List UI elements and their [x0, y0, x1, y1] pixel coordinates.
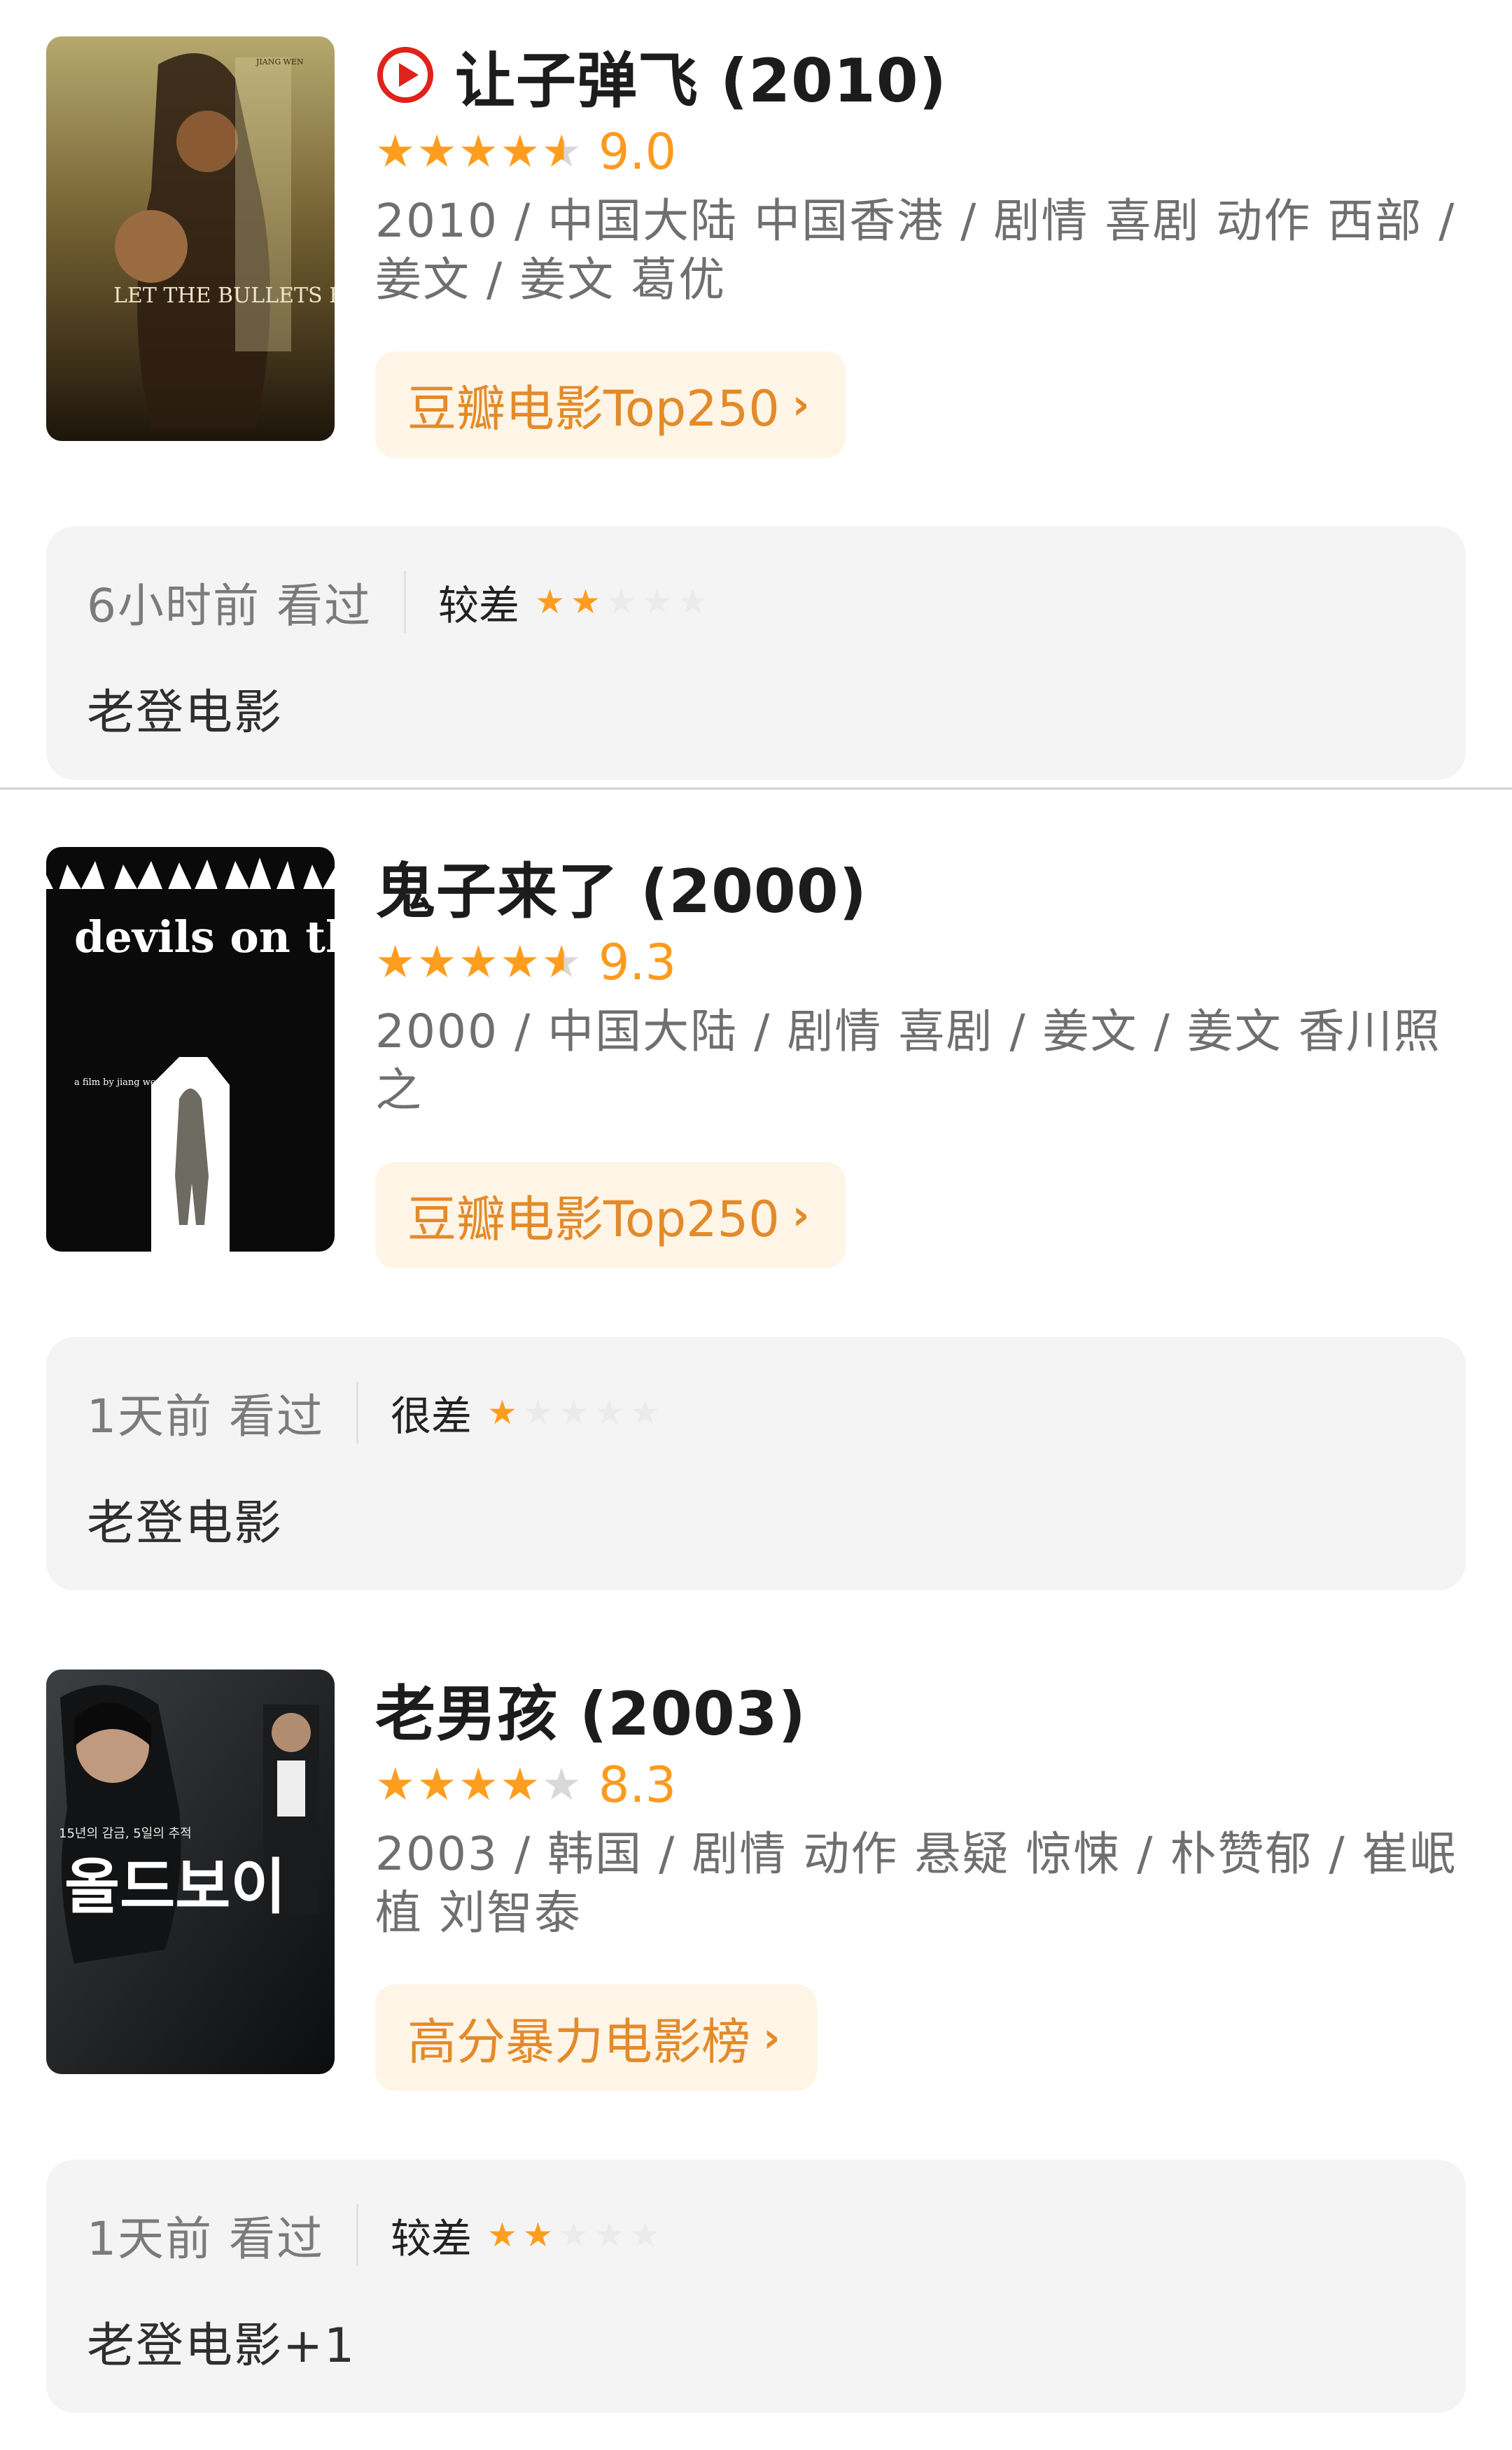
- ranking-chip[interactable]: 豆瓣电影Top250 ›: [375, 351, 846, 458]
- star-icon: ★: [487, 1393, 518, 1432]
- my-comment: 老登电影: [87, 685, 284, 741]
- star-icon: ★: [523, 2216, 554, 2255]
- douban-rating-stars: ★ ★ ★ ★ ★: [375, 940, 583, 985]
- poster-caption: LET THE BULLETS FLY: [113, 284, 335, 308]
- star-icon: ★: [375, 937, 416, 988]
- star-icon: ★: [594, 1393, 625, 1432]
- movie-info: 鬼子来了 (2000) ★ ★ ★ ★ ★ 9.3 2000 / 中国大陆 / 剧情 喜…: [375, 847, 1467, 1268]
- divider: [356, 1382, 358, 1443]
- douban-score: 9.3: [598, 934, 677, 991]
- ranking-chip[interactable]: 豆瓣电影Top250 ›: [375, 1162, 846, 1268]
- poster-credit: 15년의 감금, 5일의 추적: [59, 1826, 192, 1841]
- movie-info: 老男孩 (2003) ★ ★ ★ ★ ★ 8.3 2003 / 韩国 / 剧情 动作 悬…: [375, 1670, 1467, 2091]
- poster-caption: 올드보이: [64, 1852, 286, 1922]
- star-icon: ★: [570, 582, 601, 622]
- star-icon: ★: [642, 582, 673, 622]
- star-icon: ★: [375, 126, 416, 178]
- watched-time: 6小时前 看过: [87, 579, 372, 633]
- star-icon: ★: [559, 1393, 589, 1432]
- my-rating-stars: ★ ★ ★ ★ ★: [487, 1393, 666, 1432]
- divider: [356, 2204, 358, 2266]
- star-icon: ★: [678, 582, 708, 622]
- star-icon: ★: [500, 1759, 540, 1811]
- poster-caption: devils on the door step: [74, 911, 335, 962]
- movie-meta: 2000 / 中国大陆 / 剧情 喜剧 / 姜文 / 姜文 香川照之: [375, 1004, 1441, 1117]
- movie-poster[interactable]: LET THE BULLETS FLY JIANG WEN: [46, 36, 335, 441]
- star-icon: ★: [458, 126, 499, 178]
- star-icon: ★: [535, 582, 566, 622]
- douban-score: 8.3: [598, 1756, 677, 1814]
- poster-credit: JIANG WEN: [255, 57, 304, 66]
- star-icon: ★: [458, 1759, 499, 1811]
- star-icon: ★: [500, 937, 540, 988]
- ranking-chip-label: 豆瓣电影Top250: [407, 1190, 780, 1248]
- movie-meta: 2003 / 韩国 / 剧情 动作 悬疑 惊悚 / 朴赞郁 / 崔岷植 刘智泰: [375, 1827, 1457, 1940]
- movie-title[interactable]: 老男孩 (2003): [375, 1665, 806, 1752]
- ranking-chip-label: 豆瓣电影Top250: [407, 379, 780, 438]
- star-icon: ★: [416, 937, 457, 988]
- star-icon: ★: [541, 1759, 582, 1811]
- movie-title[interactable]: 让子弹飞 (2010): [455, 31, 947, 119]
- my-record-card[interactable]: 1天前 看过 很差 ★ ★ ★ ★ ★ 老登电影: [46, 1337, 1466, 1590]
- movie-poster[interactable]: 올드보이 15년의 감금, 5일의 추적: [46, 1670, 335, 2074]
- my-rating-stars: ★ ★ ★ ★ ★: [535, 582, 713, 622]
- ranking-chip-label: 高分暴力电影榜: [407, 2012, 750, 2071]
- play-circle-icon[interactable]: [375, 45, 435, 105]
- star-half-icon: ★: [541, 126, 582, 178]
- douban-rating-stars: ★ ★ ★ ★ ★: [375, 1763, 583, 1807]
- star-icon: ★: [500, 126, 540, 178]
- my-comment: 老登电影+1: [87, 2318, 356, 2374]
- star-icon: ★: [559, 2216, 589, 2255]
- star-icon: ★: [594, 2216, 625, 2255]
- chevron-right-icon: ›: [792, 1191, 810, 1240]
- star-icon: ★: [458, 937, 499, 988]
- watched-time: 1天前 看过: [87, 1390, 324, 1443]
- movie-poster[interactable]: devils on the door step a film by jiang …: [46, 847, 335, 1252]
- star-icon: ★: [606, 582, 637, 622]
- movie-title[interactable]: 鬼子来了 (2000): [375, 842, 867, 930]
- my-rating-stars: ★ ★ ★ ★ ★: [487, 2216, 666, 2255]
- star-icon: ★: [375, 1759, 416, 1811]
- movie-meta: 2010 / 中国大陆 中国香港 / 剧情 喜剧 动作 西部 / 姜文 / 姜文…: [375, 194, 1456, 307]
- star-icon: ★: [630, 2216, 661, 2255]
- star-icon: ★: [416, 1759, 457, 1811]
- my-rating-label: 较差: [390, 2215, 472, 2262]
- my-rating-label: 很差: [390, 1392, 472, 1440]
- star-icon: ★: [523, 1393, 554, 1432]
- movie-info: 让子弹飞 (2010) ★ ★ ★ ★ ★ 9.0 2010 / 中国大陆 中国香港 /…: [375, 36, 1467, 458]
- star-icon: ★: [416, 126, 457, 178]
- star-icon: ★: [630, 1393, 661, 1432]
- watched-time: 1天前 看过: [87, 2212, 324, 2266]
- star-icon: ★: [487, 2216, 518, 2255]
- section-divider: [0, 788, 1512, 790]
- ranking-chip[interactable]: 高分暴力电影榜 ›: [375, 1984, 817, 2091]
- poster-credit: a film by jiang wen: [74, 1077, 162, 1088]
- chevron-right-icon: ›: [792, 380, 810, 429]
- douban-rating-stars: ★ ★ ★ ★ ★: [375, 130, 583, 174]
- divider: [403, 571, 406, 633]
- star-half-icon: ★: [541, 937, 582, 988]
- my-rating-label: 较差: [438, 582, 519, 629]
- douban-score: 9.0: [598, 123, 677, 181]
- my-comment: 老登电影: [87, 1496, 284, 1551]
- my-record-card[interactable]: 1天前 看过 较差 ★ ★ ★ ★ ★ 老登电影+1: [46, 2160, 1466, 2413]
- chevron-right-icon: ›: [763, 2013, 780, 2062]
- my-record-card[interactable]: 6小时前 看过 较差 ★ ★ ★ ★ ★ 老登电影: [46, 526, 1466, 780]
